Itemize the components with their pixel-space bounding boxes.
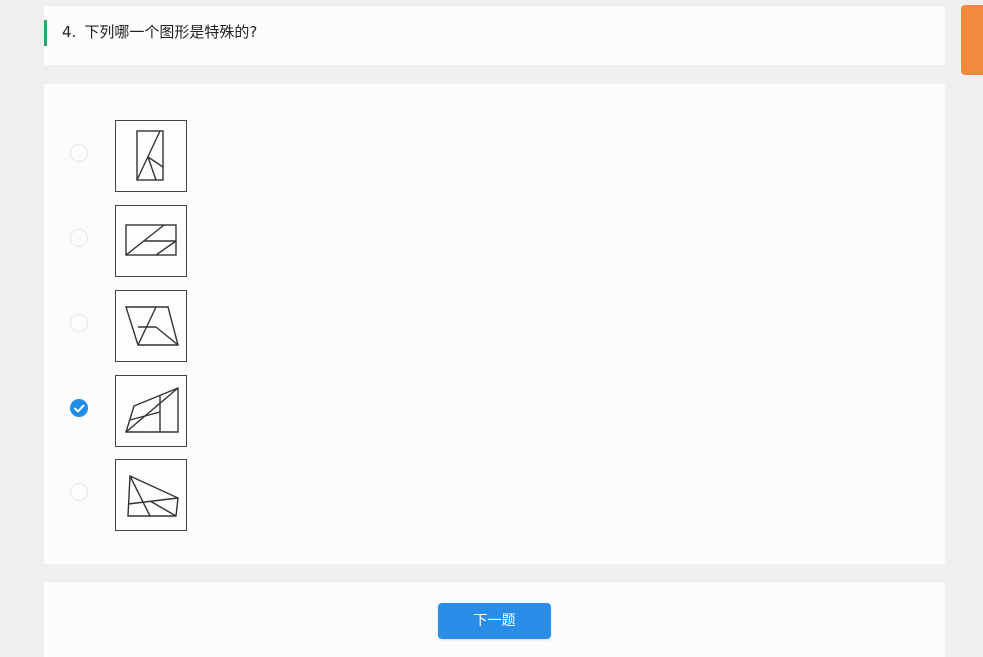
option-3[interactable] — [44, 290, 344, 363]
question-marker — [44, 20, 47, 46]
option-1-radio[interactable] — [70, 144, 88, 162]
option-5-radio[interactable] — [70, 483, 88, 501]
question-number: 4. — [62, 23, 77, 41]
side-tab[interactable] — [961, 5, 983, 75]
option-2-figure[interactable] — [115, 205, 187, 277]
option-3-radio[interactable] — [70, 314, 88, 332]
option-3-figure[interactable] — [115, 290, 187, 362]
rectangle-with-diagonals-figure-icon — [136, 130, 164, 181]
footer-card: 下一题 — [44, 582, 945, 657]
option-1-figure[interactable] — [115, 120, 187, 192]
option-4-figure[interactable] — [115, 375, 187, 447]
wide-rectangle-with-diagonals-figure-icon — [125, 224, 177, 256]
option-5[interactable] — [44, 459, 344, 532]
option-1[interactable] — [44, 120, 344, 193]
option-2-radio[interactable] — [70, 229, 88, 247]
quiz-page: 4. 下列哪一个图形是特殊的? 下一题 — [0, 0, 983, 657]
quadrilateral-with-diagonals-figure-icon — [127, 474, 179, 517]
option-4-radio[interactable] — [70, 399, 88, 417]
check-icon — [74, 404, 85, 413]
question-card: 4. 下列哪一个图形是特殊的? — [44, 6, 945, 65]
trapezoid-with-diagonals-figure-icon — [125, 306, 179, 346]
question-title: 4. 下列哪一个图形是特殊的? — [62, 22, 257, 42]
parallelogram-with-lines-figure-icon — [125, 386, 179, 433]
option-2[interactable] — [44, 205, 344, 278]
options-card — [44, 84, 945, 564]
option-5-figure[interactable] — [115, 459, 187, 531]
option-4[interactable] — [44, 375, 344, 448]
next-question-button[interactable]: 下一题 — [438, 603, 551, 639]
question-text: 下列哪一个图形是特殊的? — [84, 23, 258, 41]
